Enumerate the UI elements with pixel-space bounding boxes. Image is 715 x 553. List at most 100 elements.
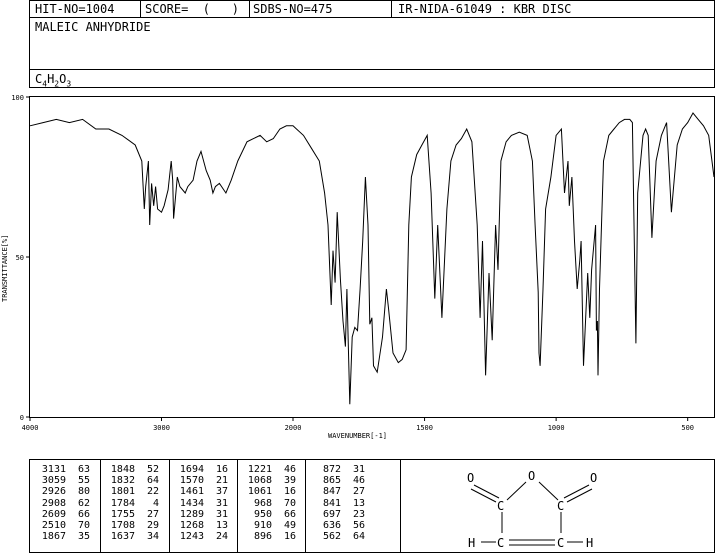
peak-transmittance: 46 [352, 475, 365, 487]
peak-wavenumber: 1637 [110, 531, 135, 543]
peak-wavenumber: 1832 [110, 475, 135, 487]
peak-table-row: 1801 22 [103, 486, 159, 497]
peak-wavenumber: 1694 [179, 464, 204, 475]
peak-transmittance: 35 [77, 531, 90, 543]
peak-wavenumber: 1289 [179, 508, 204, 520]
peak-transmittance: 13 [352, 497, 365, 509]
peak-wavenumber: 2908 [41, 497, 66, 509]
peak-wavenumber: 2510 [41, 520, 66, 532]
peak-table-row: 968 70 [240, 498, 296, 509]
peak-transmittance: 66 [283, 508, 296, 520]
peak-table-row: 636 56 [309, 520, 365, 531]
peak-table-row: 1708 29 [103, 520, 159, 531]
peak-table-column: 1221 46 1068 39 1061 16 968 70 950 66 910 49 896 16 [240, 464, 296, 542]
peak-transmittance: 63 [77, 464, 90, 475]
peak-transmittance: 64 [352, 531, 365, 543]
peak-wavenumber: 968 [253, 497, 272, 509]
peak-transmittance: 16 [283, 486, 296, 498]
peak-wavenumber: 865 [322, 475, 341, 487]
peak-wavenumber: 1221 [247, 464, 272, 475]
peak-table-row: 1243 24 [172, 531, 228, 542]
peak-wavenumber: 910 [253, 520, 272, 532]
peak-table-divider [237, 460, 238, 552]
peak-table-column: 1694 16 1570 21 1461 37 1434 31 1289 31 1268 13 1243… [172, 464, 228, 542]
peak-transmittance: 34 [146, 531, 159, 543]
x-tick-label: 4000 [22, 424, 39, 432]
peak-transmittance: 39 [283, 475, 296, 487]
peak-table-row: 1221 46 [240, 464, 296, 475]
x-axis-label: WAVENUMBER[-1] [328, 432, 388, 440]
atom-c-right: C [557, 499, 564, 513]
peak-transmittance: 31 [215, 497, 228, 509]
peak-wavenumber: 950 [253, 508, 272, 520]
peak-table-row: 1784 4 [103, 498, 159, 509]
peak-table-row: 1755 27 [103, 509, 159, 520]
peak-table-row: 847 27 [309, 486, 365, 497]
peak-transmittance: 24 [215, 531, 228, 543]
peak-table-row: 2609 66 [34, 509, 90, 520]
peak-transmittance: 62 [77, 497, 90, 509]
peak-table-row: 910 49 [240, 520, 296, 531]
peak-transmittance: 29 [146, 520, 159, 532]
peak-wavenumber: 1268 [179, 520, 204, 532]
atom-o-ring: O [528, 469, 535, 483]
atom-o-left: O [467, 471, 474, 485]
peak-table-row: 1061 16 [240, 486, 296, 497]
peak-transmittance: 22 [146, 486, 159, 498]
peak-table-row: 2926 80 [34, 486, 90, 497]
x-tick-label: 2000 [285, 424, 302, 432]
peak-table: 3131 63 3059 55 2926 80 2908 62 2609 66 2510 70 1867… [29, 459, 401, 553]
peak-wavenumber: 2609 [41, 508, 66, 520]
peak-table-row: 1068 39 [240, 475, 296, 486]
peak-table-row: 562 64 [309, 531, 365, 542]
peak-wavenumber: 636 [322, 520, 341, 532]
peak-table-row: 1832 64 [103, 475, 159, 486]
peak-wavenumber: 3131 [41, 464, 66, 475]
peak-wavenumber: 841 [322, 497, 341, 509]
peak-table-row: 1434 31 [172, 498, 228, 509]
peak-table-row: 1694 16 [172, 464, 228, 475]
peak-transmittance: 31 [352, 464, 365, 475]
peak-wavenumber: 3059 [41, 475, 66, 487]
atom-h-right: H [586, 536, 593, 550]
ir-spectrum-chart: 4000 3000 2000 1500 1000 500 0 50 100 [11, 94, 715, 432]
atom-ch-right: C [557, 536, 564, 550]
y-tick-label: 50 [16, 254, 24, 262]
peak-table-divider [305, 460, 306, 552]
peak-table-row: 3131 63 [34, 464, 90, 475]
peak-wavenumber: 2926 [41, 486, 66, 498]
peak-table-row: 896 16 [240, 531, 296, 542]
peak-table-row: 1461 37 [172, 486, 228, 497]
peak-wavenumber: 1570 [179, 475, 204, 487]
structure-panel: O O O C C C C H H [400, 459, 715, 553]
peak-transmittance: 46 [283, 464, 296, 475]
x-tick-label: 500 [681, 424, 694, 432]
x-tick-label: 1500 [416, 424, 433, 432]
peak-wavenumber: 896 [253, 531, 272, 543]
peak-table-row: 3059 55 [34, 475, 90, 486]
peak-wavenumber: 1068 [247, 475, 272, 487]
atom-ch-left: C [497, 536, 504, 550]
peak-table-row: 697 23 [309, 509, 365, 520]
x-tick-label: 3000 [153, 424, 170, 432]
y-tick-label: 100 [11, 94, 24, 102]
peak-transmittance: 27 [146, 508, 159, 520]
atom-o-right: O [590, 471, 597, 485]
peak-transmittance: 52 [146, 464, 159, 475]
peak-table-row: 2510 70 [34, 520, 90, 531]
peak-transmittance: 55 [77, 475, 90, 487]
peak-transmittance: 16 [215, 464, 228, 475]
peak-table-row: 950 66 [240, 509, 296, 520]
peak-transmittance: 80 [77, 486, 90, 498]
atom-h-left: H [468, 536, 475, 550]
x-tick-label: 1000 [548, 424, 565, 432]
peak-transmittance: 64 [146, 475, 159, 487]
peak-wavenumber: 1784 [110, 497, 135, 509]
peak-wavenumber: 1061 [247, 486, 272, 498]
peak-transmittance: 37 [215, 486, 228, 498]
y-tick-label: 0 [20, 414, 24, 422]
peak-table-row: 2908 62 [34, 498, 90, 509]
peak-table-row: 1637 34 [103, 531, 159, 542]
peak-wavenumber: 1848 [110, 464, 135, 475]
peak-table-row: 1867 35 [34, 531, 90, 542]
